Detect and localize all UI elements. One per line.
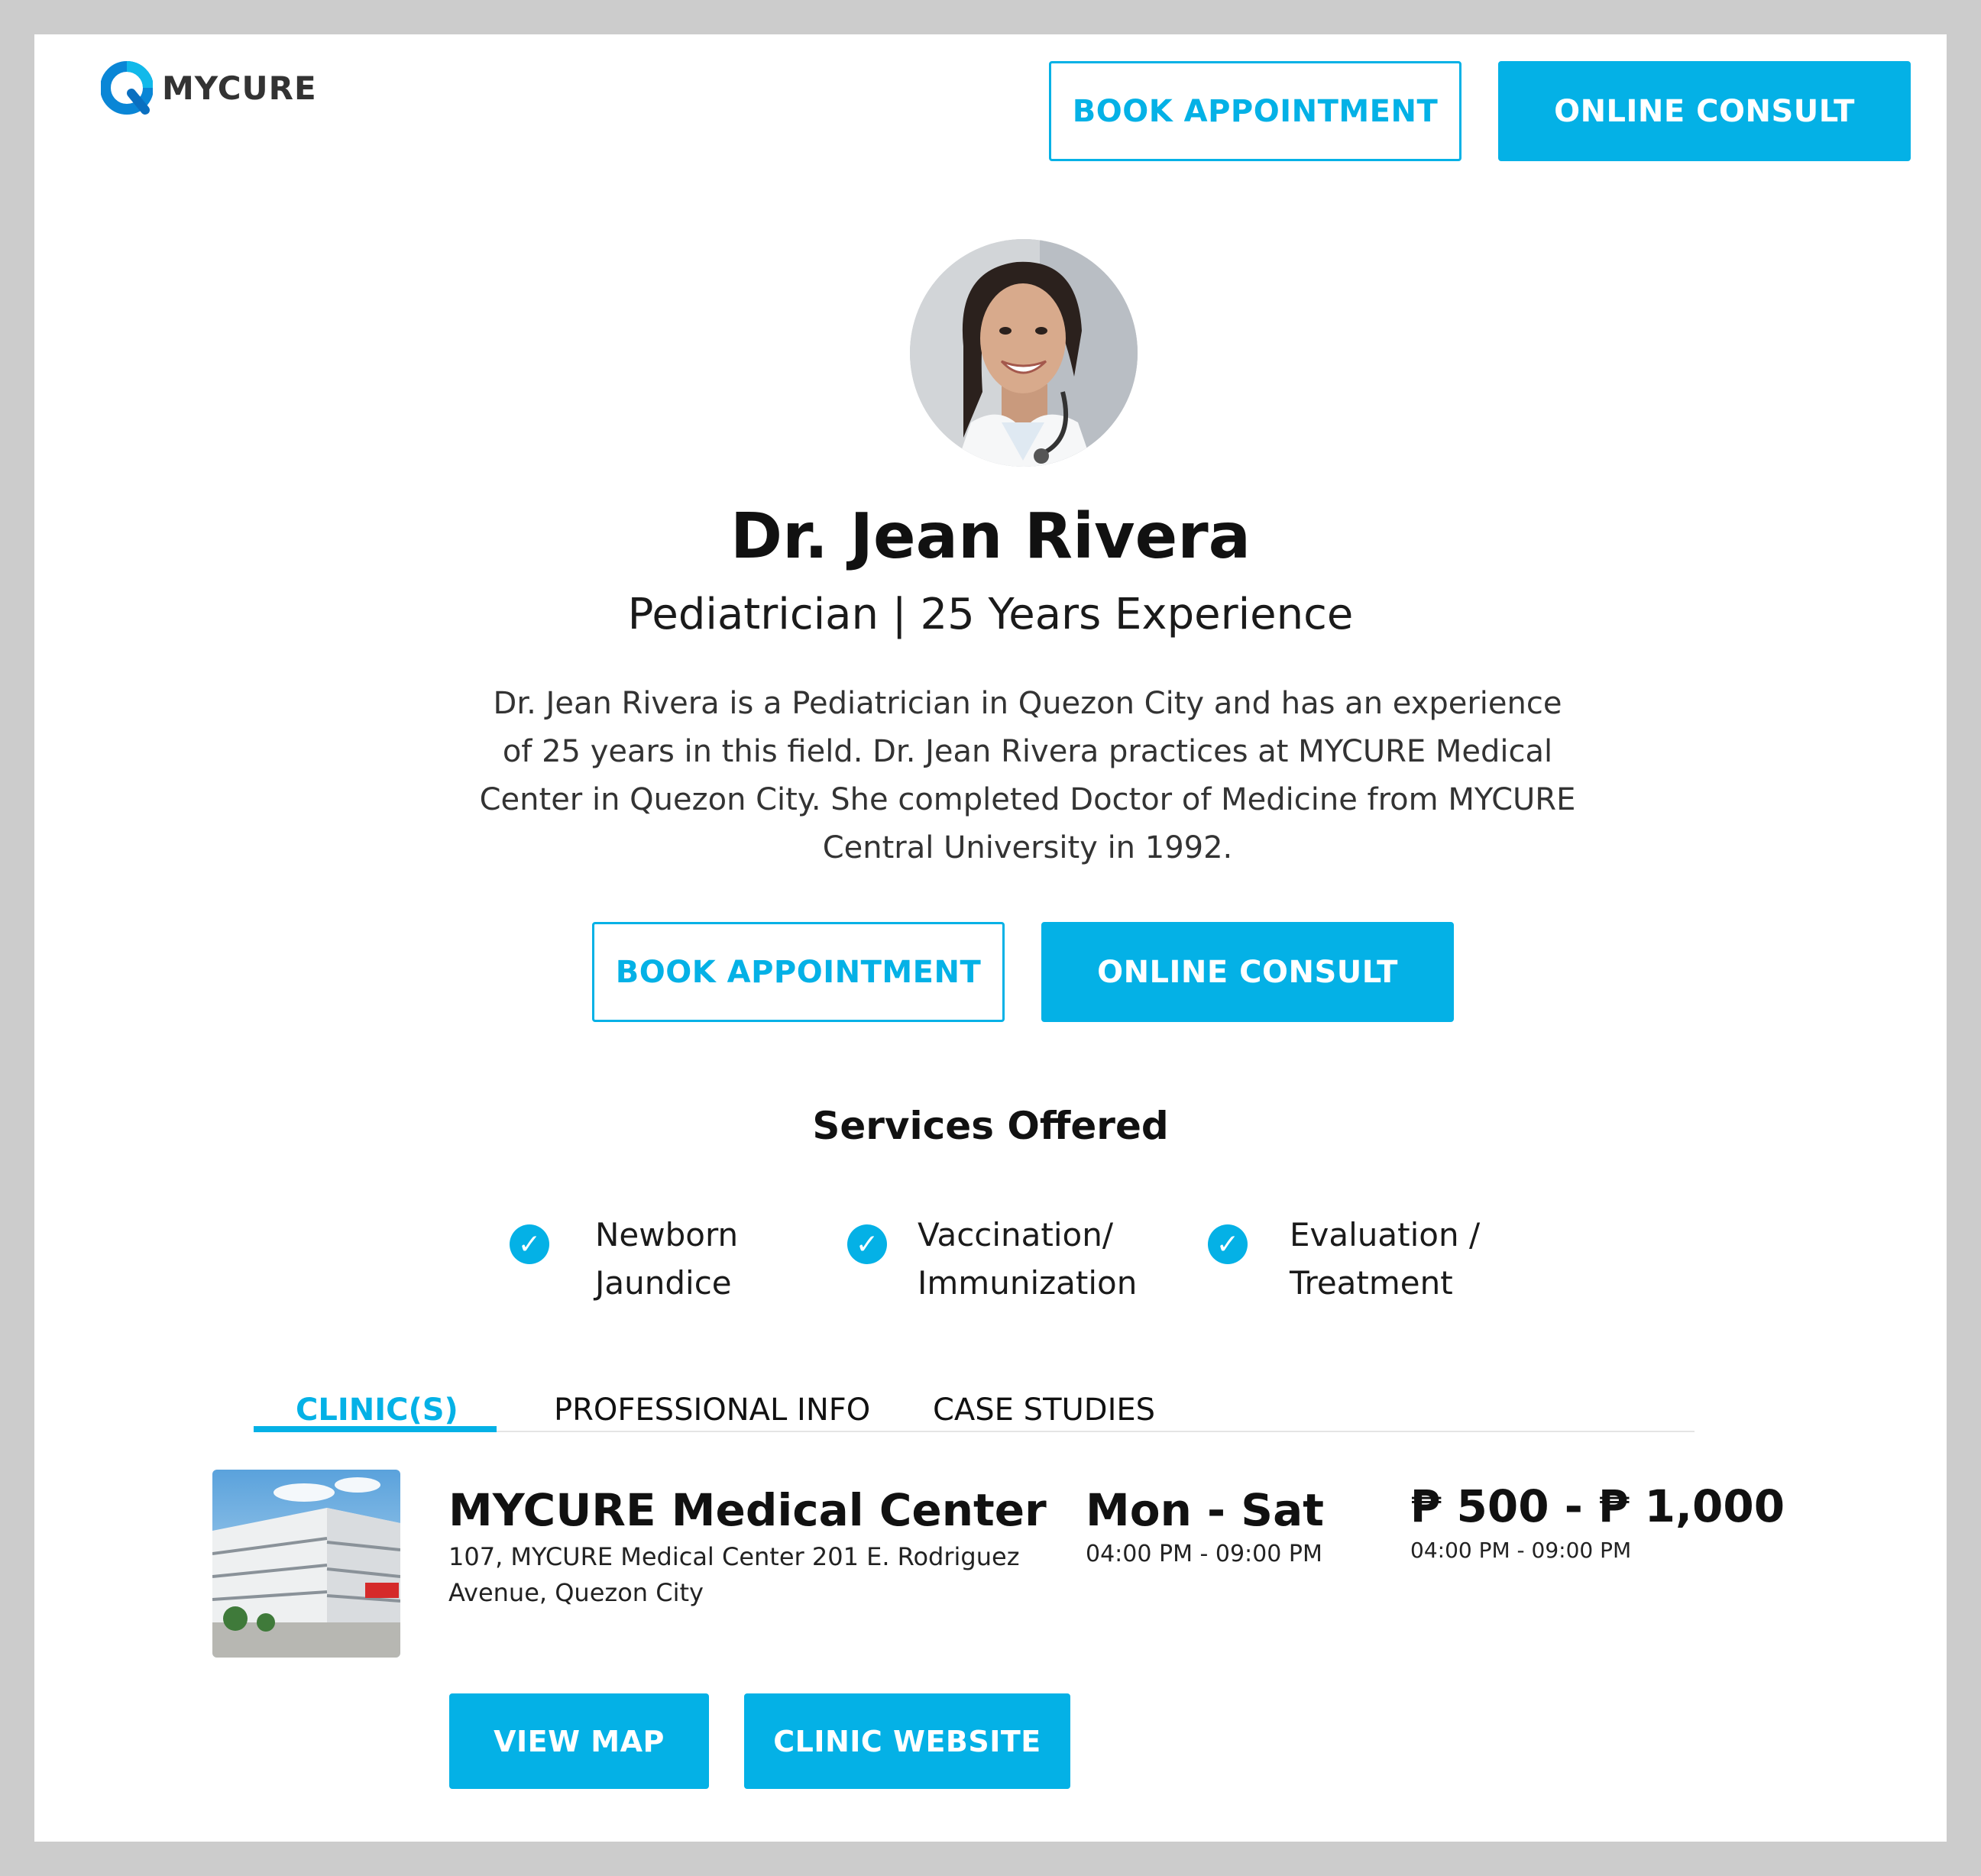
- check-circle-icon: ✓: [1208, 1224, 1248, 1264]
- book-appointment-button[interactable]: BOOK APPOINTMENT: [592, 922, 1005, 1022]
- service-label: Vaccination/ Immunization: [918, 1216, 1138, 1302]
- doctor-bio: Dr. Jean Rivera is a Pediatrician in Que…: [479, 686, 1576, 865]
- tab-clinics[interactable]: CLINIC(S): [296, 1392, 458, 1428]
- doctor-avatar: [910, 239, 1138, 467]
- mycure-logo-icon: [101, 61, 153, 115]
- clinic-address: 107, MYCURE Medical Center 201 E. Rodrig…: [448, 1542, 1020, 1607]
- clinic-website-button[interactable]: CLINIC WEBSITE: [744, 1693, 1070, 1789]
- service-label: Newborn Jaundice: [595, 1216, 739, 1302]
- consultation-fee: ₱ 500 - ₱ 1,000: [1410, 1480, 1785, 1532]
- clinic-photo: [212, 1470, 400, 1658]
- doctor-name: Dr. Jean Rivera: [730, 500, 1251, 573]
- service-item: ✓ Vaccination/ Immunization: [847, 1211, 1137, 1307]
- header-book-appointment-button[interactable]: BOOK APPOINTMENT: [1049, 61, 1461, 161]
- services-title: Services Offered: [812, 1104, 1169, 1148]
- tab-professional-info[interactable]: PROFESSIONAL INFO: [554, 1392, 870, 1428]
- online-consult-button[interactable]: ONLINE CONSULT: [1041, 922, 1454, 1022]
- header-online-consult-button[interactable]: ONLINE CONSULT: [1498, 61, 1911, 161]
- clinic-days: Mon - Sat: [1086, 1484, 1324, 1536]
- check-circle-icon: ✓: [510, 1224, 549, 1264]
- clinic-name: MYCURE Medical Center: [448, 1484, 1047, 1536]
- profile-card: MYCURE BOOK APPOINTMENT ONLINE CONSULT D…: [34, 34, 1947, 1842]
- doctor-specialty: Pediatrician | 25 Years Experience: [627, 590, 1354, 639]
- mycure-logo[interactable]: MYCURE: [101, 60, 317, 116]
- fee-hours: 04:00 PM - 09:00 PM: [1410, 1538, 1632, 1563]
- service-item: ✓ Evaluation / Treatment: [1208, 1211, 1480, 1307]
- clinic-building-image: [212, 1470, 400, 1658]
- doctor-photo: [910, 239, 1138, 467]
- tab-case-studies[interactable]: CASE STUDIES: [933, 1392, 1155, 1428]
- service-item: ✓ Newborn Jaundice: [510, 1211, 738, 1307]
- clinic-hours: 04:00 PM - 09:00 PM: [1086, 1541, 1322, 1567]
- brand-name: MYCURE: [162, 69, 317, 107]
- check-circle-icon: ✓: [847, 1224, 887, 1264]
- view-map-button[interactable]: VIEW MAP: [449, 1693, 709, 1789]
- service-label: Evaluation / Treatment: [1290, 1216, 1481, 1302]
